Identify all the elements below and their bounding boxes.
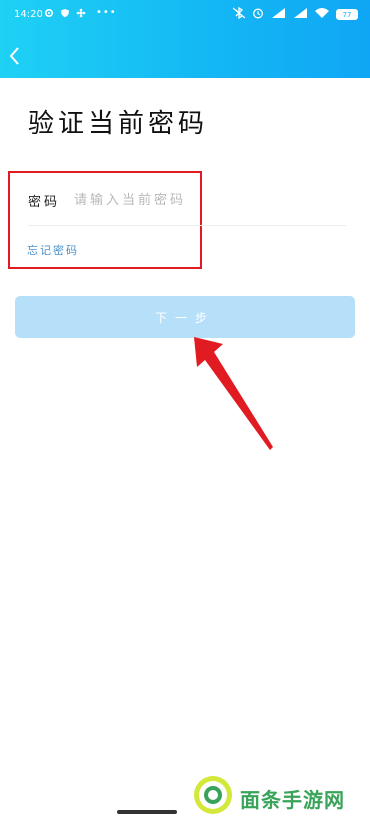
watermark: 面条手游网 <box>192 774 362 818</box>
watermark-logo-icon <box>194 776 232 814</box>
signal-hd-icon-2 <box>292 7 308 22</box>
app-header: 14:20 ••• 77 <box>0 0 370 78</box>
flower-icon <box>76 8 86 18</box>
bluetooth-off-icon <box>232 6 246 22</box>
settings-icon <box>44 8 54 18</box>
status-system-icons: 77 <box>232 6 358 22</box>
wifi-icon <box>314 7 330 22</box>
shield-icon <box>60 8 70 18</box>
back-button[interactable] <box>6 44 26 68</box>
next-button[interactable]: 下一步 <box>15 296 355 338</box>
watermark-text: 面条手游网 <box>240 788 345 812</box>
chevron-left-icon <box>9 47 19 65</box>
status-bar: 14:20 ••• 77 <box>0 0 370 30</box>
forgot-password-link[interactable]: 忘记密码 <box>27 242 79 258</box>
home-indicator[interactable] <box>117 810 177 814</box>
alarm-icon <box>252 7 264 22</box>
input-divider <box>28 225 346 226</box>
signal-hd-icon <box>270 7 286 22</box>
password-label: 密码 <box>28 195 61 210</box>
page-title: 验证当前密码 <box>28 109 209 139</box>
status-time: 14:20 <box>14 9 43 20</box>
status-notification-icons <box>44 8 86 18</box>
battery-icon: 77 <box>336 9 358 20</box>
status-more-dots: ••• <box>96 7 117 18</box>
password-input[interactable] <box>70 187 348 213</box>
